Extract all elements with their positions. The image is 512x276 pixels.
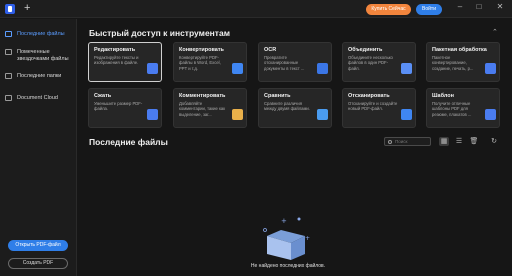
create-pdf-button[interactable]: Создать PDF: [8, 258, 68, 269]
new-tab-button[interactable]: +: [24, 2, 30, 14]
card-title: OCR: [264, 47, 277, 53]
close-button[interactable]: ✕: [494, 2, 506, 11]
tool-card-comment[interactable]: Комментировать Добавляйте комментарии, т…: [173, 88, 247, 128]
compress-icon: [147, 109, 158, 120]
card-title: Редактировать: [94, 47, 136, 53]
edit-icon: [147, 63, 158, 74]
card-description: Уменьшите размер PDF-файла.: [94, 101, 143, 112]
scan-icon: [401, 109, 412, 120]
star-icon: [5, 49, 12, 55]
card-description: Объедините несколько файлов в один PDF-ф…: [348, 55, 393, 71]
open-pdf-button[interactable]: Открыть PDF-файл: [8, 240, 68, 251]
list-view-icon[interactable]: ☰: [454, 137, 464, 146]
template-icon: [485, 109, 496, 120]
clock-icon: [5, 31, 12, 37]
recent-files-title: Последние файлы: [89, 137, 168, 147]
search-input[interactable]: [395, 138, 429, 145]
main-content: Быстрый доступ к инструментам ⌃ Редактир…: [78, 19, 512, 276]
folder-icon: [5, 73, 12, 79]
tool-card-convert[interactable]: Конвертировать Конвертируйте PDF-файлы в…: [173, 42, 247, 82]
card-title: Сравнить: [264, 93, 291, 99]
empty-box-illustration: + +: [263, 217, 310, 260]
tool-card-template[interactable]: Шаблон Получите отличные шаблоны PDF для…: [426, 88, 500, 128]
card-description: Добавляйте комментарии, такие как выделе…: [179, 101, 226, 117]
login-button[interactable]: Войти: [416, 4, 442, 15]
card-description: Пакетное конвертирование, создание, печа…: [432, 55, 474, 71]
sidebar-item-label: Последние папки: [17, 73, 62, 79]
minimize-button[interactable]: –: [454, 2, 466, 11]
card-description: Получите отличные шаблоны PDF для резюме…: [432, 101, 472, 117]
sidebar-item-label: Последние файлы: [17, 31, 65, 37]
cloud-icon: [5, 95, 12, 101]
tool-card-edit[interactable]: Редактировать Редактируйте тексты и изоб…: [88, 42, 162, 82]
card-title: Объединить: [348, 47, 383, 53]
empty-state-text: Не найдено последних файлов.: [250, 263, 326, 269]
card-description: Сравните различия между двумя файлами.: [264, 101, 310, 112]
svg-text:+: +: [305, 235, 310, 242]
card-title: Комментировать: [179, 93, 226, 99]
card-description: Конвертируйте PDF-файлы в Word, Excel, P…: [179, 55, 221, 71]
buy-now-button[interactable]: Купить Сейчас: [366, 4, 411, 15]
card-description: Отсканируйте и создайте новый PDF-файл.: [348, 101, 398, 112]
card-title: Сжать: [94, 93, 112, 99]
card-description: Редактируйте тексты и изображения в файл…: [94, 55, 139, 66]
search-box[interactable]: [384, 137, 431, 146]
card-title: Конвертировать: [179, 47, 224, 53]
tool-card-combine[interactable]: Объединить Объедините несколько файлов в…: [342, 42, 416, 82]
comment-icon: [232, 109, 243, 120]
app-logo-icon: [5, 4, 15, 14]
maximize-button[interactable]: □: [473, 2, 485, 11]
card-title: Шаблон: [432, 93, 454, 99]
compare-icon: [317, 109, 328, 120]
batch-icon: [485, 63, 496, 74]
svg-text:+: +: [281, 217, 287, 225]
combine-icon: [401, 63, 412, 74]
sidebar-item-label: Document Cloud: [17, 95, 58, 101]
quick-access-title: Быстрый доступ к инструментам: [89, 28, 230, 38]
collapse-icon[interactable]: ⌃: [492, 28, 498, 36]
tool-card-batch[interactable]: Пакетная обработка Пакетное конвертирова…: [426, 42, 500, 82]
card-title: Пакетная обработка: [432, 47, 487, 53]
tool-card-compare[interactable]: Сравнить Сравните различия между двумя ф…: [258, 88, 332, 128]
title-bar: + Купить Сейчас Войти – □ ✕: [0, 0, 512, 18]
refresh-icon[interactable]: ↻: [489, 137, 499, 146]
convert-icon: [232, 63, 243, 74]
grid-view-icon[interactable]: ▦: [439, 137, 449, 146]
ocr-icon: [317, 63, 328, 74]
tool-card-scan[interactable]: Отсканировать Отсканируйте и создайте но…: [342, 88, 416, 128]
tool-card-compress[interactable]: Сжать Уменьшите размер PDF-файла.: [88, 88, 162, 128]
sidebar: Последние файлы Помеченные звездочками ф…: [0, 19, 77, 276]
tool-card-ocr[interactable]: OCR Превратите отсканированные документы…: [258, 42, 332, 82]
delete-icon[interactable]: 🗑: [469, 137, 479, 146]
card-title: Отсканировать: [348, 93, 390, 99]
search-icon: [388, 140, 392, 144]
card-description: Превратите отсканированные документы в т…: [264, 55, 305, 71]
sidebar-item-label: Помеченные звездочками файлы: [17, 49, 69, 62]
